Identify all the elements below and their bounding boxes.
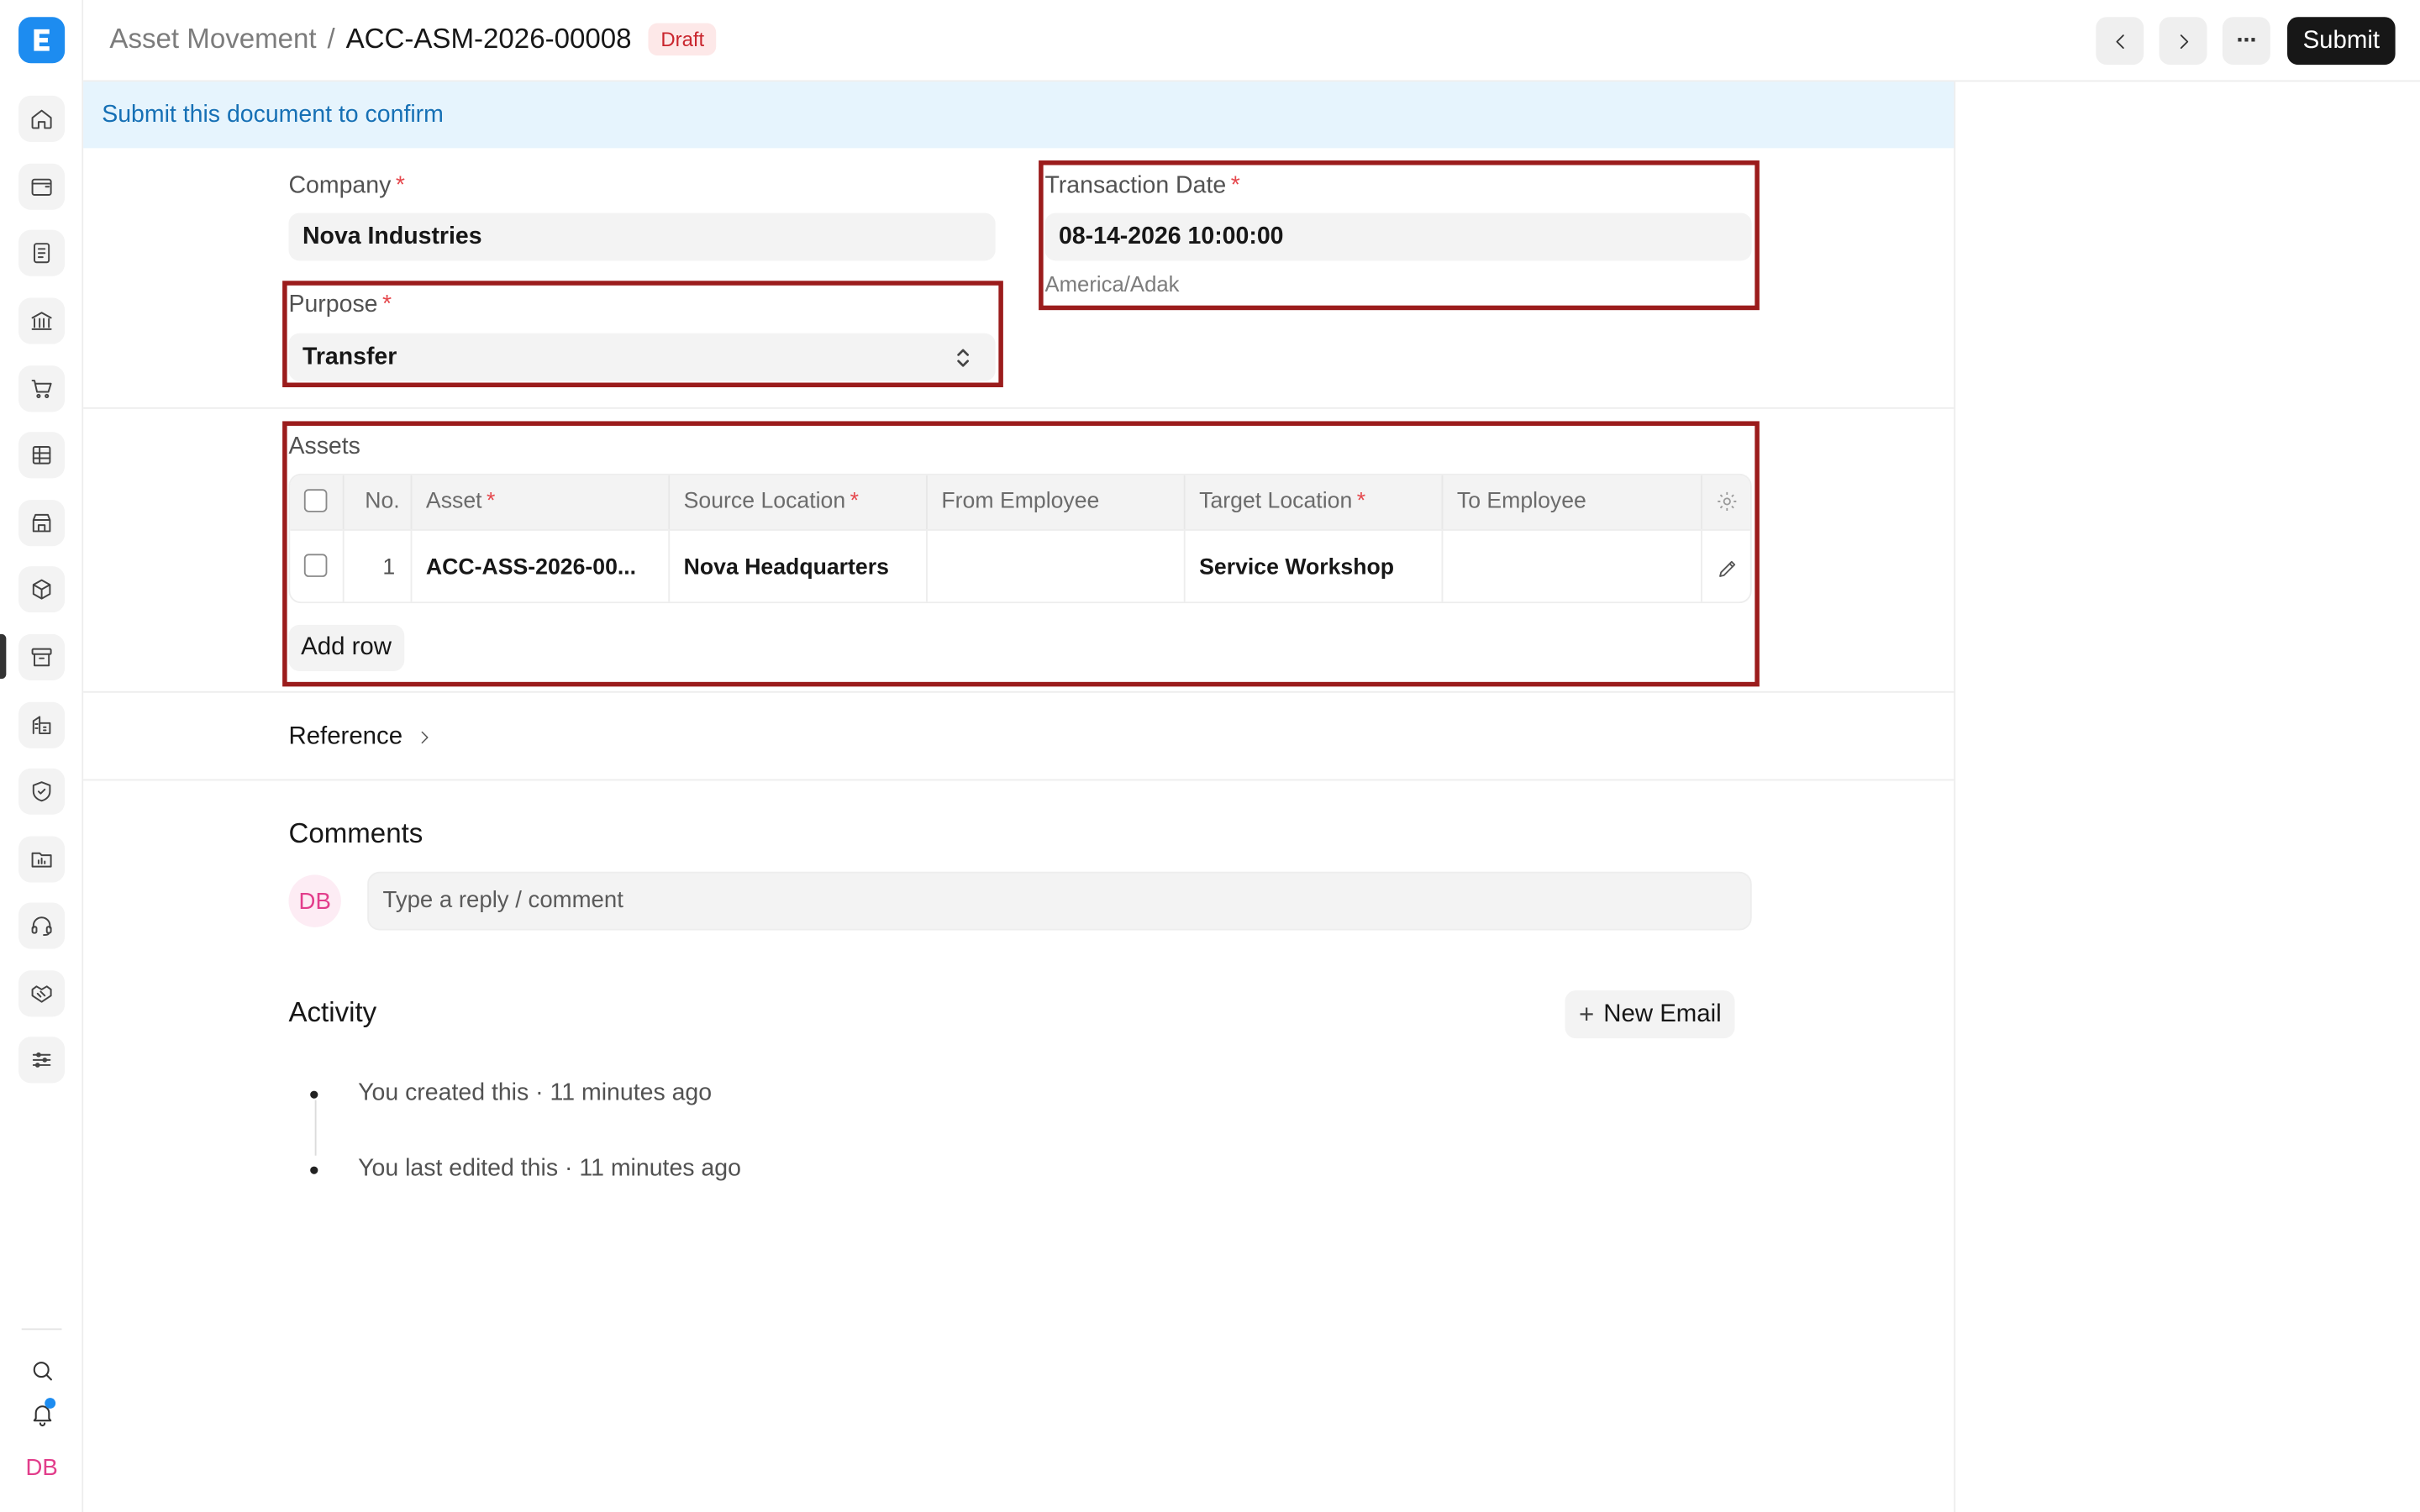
page-header: Asset Movement / ACC-ASM-2026-00008 Draf… <box>83 0 2420 82</box>
headset-icon <box>31 916 52 937</box>
bank-icon <box>31 312 52 330</box>
section-divider <box>83 407 1954 409</box>
app-logo[interactable] <box>18 17 66 64</box>
sidebar-item-settings[interactable] <box>18 1037 66 1084</box>
home-icon <box>31 109 52 129</box>
erpnext-logo-icon <box>34 29 50 51</box>
search-button[interactable] <box>26 1355 57 1386</box>
sidebar-item-buying[interactable] <box>18 365 66 412</box>
search-icon <box>32 1361 52 1380</box>
sidebar-item-projects[interactable] <box>18 836 66 883</box>
previous-button[interactable] <box>2096 17 2144 66</box>
breadcrumb: Asset Movement / ACC-ASM-2026-00008 Draf… <box>109 23 717 56</box>
sidebar-item-selling[interactable] <box>18 500 66 547</box>
sidebar-item-crm[interactable] <box>18 970 66 1017</box>
user-avatar[interactable]: DB <box>22 1452 62 1485</box>
reference-section-toggle[interactable]: Reference <box>288 723 433 751</box>
company-label-text: Company <box>288 172 392 199</box>
store-icon <box>32 513 51 533</box>
assets-highlight <box>282 421 1760 687</box>
next-button[interactable] <box>2159 17 2207 66</box>
required-mark: * <box>395 172 405 199</box>
chevron-left-icon <box>2115 34 2123 49</box>
sliders-icon <box>32 1052 51 1068</box>
more-actions-button[interactable]: ··· <box>2222 17 2270 66</box>
sidebar-item-assets[interactable] <box>18 633 66 680</box>
chevron-right-icon <box>421 731 429 744</box>
timeline-dot <box>310 1090 318 1099</box>
submit-banner: Submit this document to confirm <box>83 81 1954 149</box>
comment-input[interactable]: Type a reply / comment <box>367 871 1752 931</box>
timeline-dot <box>310 1166 318 1174</box>
new-email-button[interactable]: + New Email <box>1565 990 1736 1039</box>
activity-item: You created this · 11 minutes ago <box>358 1079 713 1106</box>
form-main: Submit this document to confirm Company *… <box>83 81 1956 1512</box>
breadcrumb-doctype[interactable]: Asset Movement <box>109 24 316 56</box>
sidebar-item-reports[interactable] <box>18 432 66 479</box>
shield-icon <box>32 781 51 802</box>
chevron-right-icon <box>2179 34 2188 49</box>
company-label: Company * <box>288 173 404 201</box>
more-icon: ··· <box>2236 27 2258 54</box>
purpose-highlight <box>282 281 1003 388</box>
sidebar-item-support[interactable] <box>18 902 66 949</box>
timeline-line <box>314 1100 317 1156</box>
folder-chart-icon <box>31 852 52 868</box>
archive-icon <box>31 648 52 667</box>
sidebar-item-home[interactable] <box>18 95 66 142</box>
status-badge: Draft <box>648 23 717 56</box>
document-icon <box>34 243 50 264</box>
sidebar-item-stock[interactable] <box>18 566 66 613</box>
wallet-icon <box>31 178 52 197</box>
breadcrumb-separator: / <box>327 23 335 55</box>
transaction-date-highlight <box>1039 160 1760 311</box>
page-title: ACC-ASM-2026-00008 <box>345 23 632 55</box>
new-email-label: New Email <box>1603 1000 1722 1027</box>
sidebar-item-accounting[interactable] <box>18 163 66 210</box>
building-icon <box>32 716 51 735</box>
sidebar-item-manufacturing[interactable] <box>18 701 66 748</box>
plus-icon: + <box>1578 999 1595 1029</box>
comments-title: Comments <box>288 817 424 849</box>
cart-icon <box>31 380 52 398</box>
activity-title: Activity <box>288 996 377 1028</box>
active-indicator <box>0 633 7 680</box>
section-divider <box>83 690 1954 693</box>
sidebar-item-documents[interactable] <box>18 229 66 276</box>
activity-item: You last edited this · 11 minutes ago <box>358 1155 741 1182</box>
section-divider <box>83 779 1954 781</box>
sidebar-item-banking[interactable] <box>18 297 66 344</box>
company-field[interactable]: Nova Industries <box>288 213 996 261</box>
sidebar-item-quality[interactable] <box>18 768 66 815</box>
package-icon <box>32 579 51 600</box>
notifications-button[interactable] <box>26 1398 57 1429</box>
sidebar-divider <box>21 1328 62 1331</box>
notification-dot <box>45 1398 56 1409</box>
reference-label: Reference <box>288 723 403 750</box>
sidebar: DB <box>0 0 84 1512</box>
table-icon <box>32 446 51 465</box>
comment-avatar: DB <box>288 874 341 927</box>
handshake-icon <box>31 985 52 1003</box>
submit-button[interactable]: Submit <box>2287 17 2396 66</box>
